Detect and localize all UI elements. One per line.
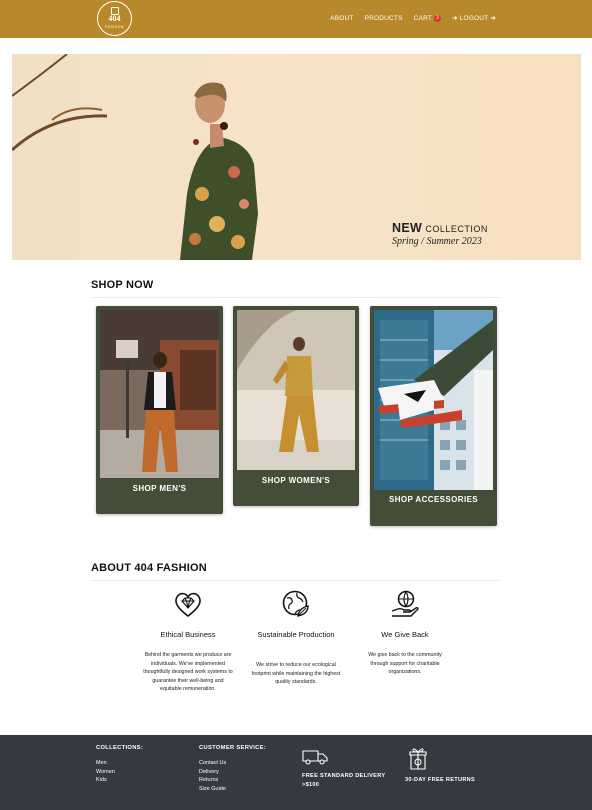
footer-collections-list: Men Women Kids	[96, 759, 115, 785]
brand-logo[interactable]: 404 FASHION	[97, 1, 132, 36]
shop-accessories-label: SHOP ACCESSORIES	[388, 495, 479, 504]
nav-products-link[interactable]: PRODUCTS	[365, 15, 403, 22]
nav-cart-link[interactable]: CART 3	[413, 14, 442, 22]
logout-trailing-icon: ➜	[490, 15, 496, 22]
feature-give-back-title: We Give Back	[381, 630, 429, 639]
accessories-photo	[374, 310, 493, 490]
hero-new-label: NEW	[392, 221, 423, 235]
diamond-heart-icon	[175, 592, 201, 617]
hero-model-image	[12, 54, 258, 260]
cart-label: CART	[413, 14, 433, 22]
feature-sustainable-text: We strive to reduce our ecological footp…	[251, 662, 341, 686]
about-section-divider	[91, 580, 500, 581]
womens-photo	[237, 310, 355, 470]
cart-count-badge: 3	[434, 14, 442, 22]
logo-text: 404	[108, 14, 121, 23]
nav-links: ABOUT PRODUCTS CART 3 ➜ LOGOUT ➜	[330, 14, 496, 22]
shop-womens-card[interactable]: SHOP WOMEN'S	[233, 306, 359, 506]
shop-mens-label: SHOP MEN'S	[132, 484, 187, 493]
shop-mens-card[interactable]: SHOP MEN'S	[96, 306, 223, 514]
hero-season: Spring / Summer 2023	[392, 236, 482, 247]
footer-link-size-guide[interactable]: Size Guide	[199, 785, 226, 794]
hero-collection-heading: NEW COLLECTION	[392, 221, 488, 235]
feature-ethical-business: Ethical Business Behind the garments we …	[143, 589, 233, 719]
shop-accessories-card[interactable]: SHOP ACCESSORIES	[370, 306, 497, 526]
feature-we-give-back: We Give Back We give back to the communi…	[360, 589, 450, 689]
nav-logout-link[interactable]: ➜ LOGOUT ➜	[452, 14, 496, 23]
about-section-title: ABOUT 404 FASHION	[91, 562, 207, 574]
logout-label: LOGOUT	[459, 14, 489, 22]
free-delivery-text: FREE STANDARD DELIVERY >$100	[302, 772, 385, 790]
hero-collection-label: COLLECTION	[425, 224, 488, 234]
feature-sustainable-title: Sustainable Production	[257, 630, 335, 639]
gift-box-icon	[409, 748, 427, 770]
free-returns-text: 30-DAY FREE RETURNS	[405, 777, 476, 783]
shop-section-title: SHOP NOW	[91, 279, 154, 291]
footer-link-delivery[interactable]: Delivery	[199, 768, 226, 777]
shop-womens-label: SHOP WOMEN'S	[261, 476, 331, 485]
hero-banner: NEW COLLECTION Spring / Summer 2023	[12, 54, 581, 260]
hand-globe-icon	[391, 590, 419, 617]
footer-link-kids[interactable]: Kids	[96, 776, 115, 785]
feature-ethical-title: Ethical Business	[160, 630, 216, 639]
footer-link-women[interactable]: Women	[96, 768, 115, 777]
free-delivery-line2: >$100	[302, 782, 320, 788]
logout-arrow-icon: ➜	[452, 15, 458, 22]
site-footer: COLLECTIONS: Men Women Kids CUSTOMER SER…	[0, 735, 592, 810]
top-navbar: 404 FASHION ABOUT PRODUCTS CART 3 ➜ LOGO…	[0, 0, 592, 38]
free-delivery-line1: FREE STANDARD DELIVERY	[302, 773, 386, 779]
footer-service-title: CUSTOMER SERVICE:	[199, 745, 267, 751]
feature-give-back-text: We give back to the community through su…	[368, 652, 442, 676]
mens-photo	[100, 310, 219, 478]
footer-link-men[interactable]: Men	[96, 759, 115, 768]
footer-link-contact[interactable]: Contact Us	[199, 759, 226, 768]
nav-about-link[interactable]: ABOUT	[330, 15, 353, 22]
globe-leaf-icon	[282, 590, 309, 617]
delivery-truck-icon	[302, 750, 328, 765]
logo-subtext: FASHION	[105, 25, 124, 29]
footer-collections-title: COLLECTIONS:	[96, 745, 144, 751]
feature-ethical-text: Behind the garments we produce are indiv…	[143, 652, 233, 693]
shop-section-divider	[91, 297, 500, 298]
footer-link-returns[interactable]: Returns	[199, 776, 226, 785]
feature-sustainable-production: Sustainable Production We strive to redu…	[251, 589, 341, 699]
footer-service-list: Contact Us Delivery Returns Size Guide	[199, 759, 226, 793]
